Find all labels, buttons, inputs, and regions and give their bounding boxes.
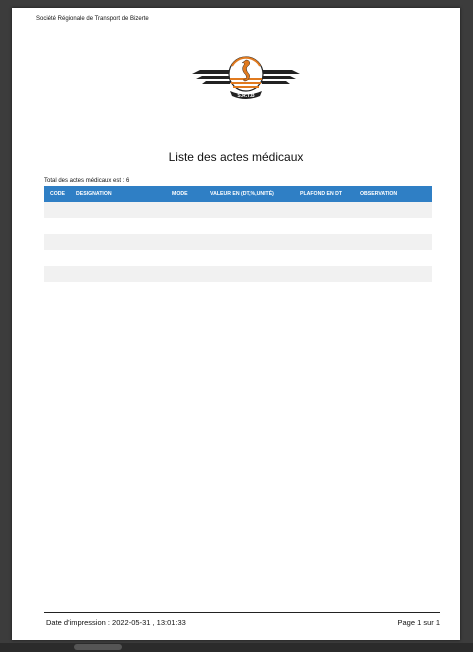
scrollbar-thumb[interactable]	[74, 644, 122, 650]
table-row	[44, 202, 432, 218]
table-header: CODE DESIGNATION MODE VALEUR EN (DT,%,UN…	[44, 186, 432, 202]
table-row	[44, 266, 432, 282]
column-code: CODE	[50, 191, 65, 197]
table-row	[44, 234, 432, 250]
medical-acts-table: CODE DESIGNATION MODE VALEUR EN (DT,%,UN…	[44, 186, 432, 298]
column-observation: OBSERVATION	[360, 191, 398, 197]
pdf-viewer: Société Régionale de Transport de Bizert…	[0, 0, 473, 652]
document-page: Société Régionale de Transport de Bizert…	[12, 8, 460, 640]
company-name: Société Régionale de Transport de Bizert…	[36, 16, 149, 22]
column-designation: DESIGNATION	[76, 191, 112, 197]
column-mode: MODE	[172, 191, 188, 197]
table-body	[44, 202, 432, 298]
table-row	[44, 218, 432, 234]
column-ceiling: PLAFOND EN DT	[300, 191, 343, 197]
page-number: Page 1 sur 1	[397, 618, 440, 627]
horizontal-scrollbar[interactable]	[0, 643, 473, 652]
table-row	[44, 250, 432, 266]
srtb-logo: S.R.T.B	[192, 56, 300, 99]
document-title: Liste des actes médicaux	[168, 150, 304, 164]
print-date: Date d'impression : 2022-05-31 , 13:01:3…	[46, 618, 186, 627]
logo-text: S.R.T.B	[237, 93, 255, 99]
table-row	[44, 282, 432, 298]
column-value: VALEUR EN (DT,%,UNITÉ)	[210, 191, 274, 197]
total-count: Total des actes médicaux est : 6	[44, 178, 130, 184]
footer-divider	[44, 612, 440, 613]
